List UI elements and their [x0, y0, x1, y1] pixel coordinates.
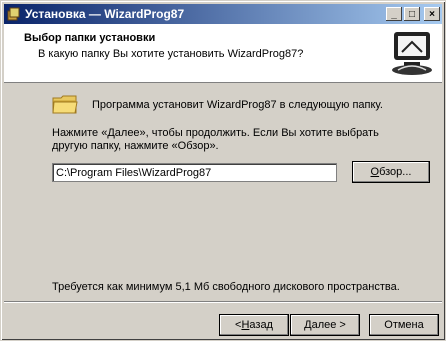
browse-button[interactable]: Обзор... — [352, 161, 430, 183]
cancel-button[interactable]: Отмена — [369, 314, 439, 336]
window-title: Установка — WizardProg87 — [25, 7, 185, 21]
install-intro-text: Программа установит WizardProg87 в следу… — [92, 99, 383, 111]
next-button[interactable]: Далее > — [290, 314, 360, 336]
back-label: азад — [249, 319, 273, 331]
title-bar[interactable]: Установка — WizardProg87 _ □ × — [4, 4, 442, 24]
wizard-header: Выбор папки установки В какую папку Вы х… — [4, 24, 442, 83]
footer-divider — [4, 301, 442, 303]
computer-setup-icon — [388, 28, 436, 76]
close-button[interactable]: × — [424, 7, 440, 21]
installer-app-icon — [7, 7, 20, 21]
page-subtitle: В какую папку Вы хотите установить Wizar… — [38, 48, 304, 60]
installer-window: Установка — WizardProg87 _ □ × Выбор пап… — [0, 0, 446, 341]
next-accelerator: Д — [304, 319, 312, 331]
maximize-icon: □ — [408, 8, 416, 20]
page-title: Выбор папки установки — [24, 32, 156, 44]
back-button[interactable]: < Назад — [219, 314, 289, 336]
back-accelerator: Н — [241, 319, 250, 331]
close-icon: × — [429, 8, 435, 20]
instructions-text: Нажмите «Далее», чтобы продолжить. Если … — [52, 127, 379, 152]
minimize-button[interactable]: _ — [386, 7, 402, 21]
maximize-button[interactable]: □ — [404, 7, 420, 21]
folder-icon — [52, 95, 78, 114]
browse-accelerator: О — [370, 166, 380, 178]
next-label: алее > — [311, 319, 346, 331]
browse-label: бзор... — [379, 166, 412, 178]
install-path-input[interactable] — [52, 163, 337, 182]
content-area: Программа установит WizardProg87 в следу… — [4, 83, 442, 299]
disk-space-requirement: Требуется как минимум 5,1 Мб свободного … — [52, 281, 400, 293]
minimize-icon: _ — [391, 8, 397, 20]
